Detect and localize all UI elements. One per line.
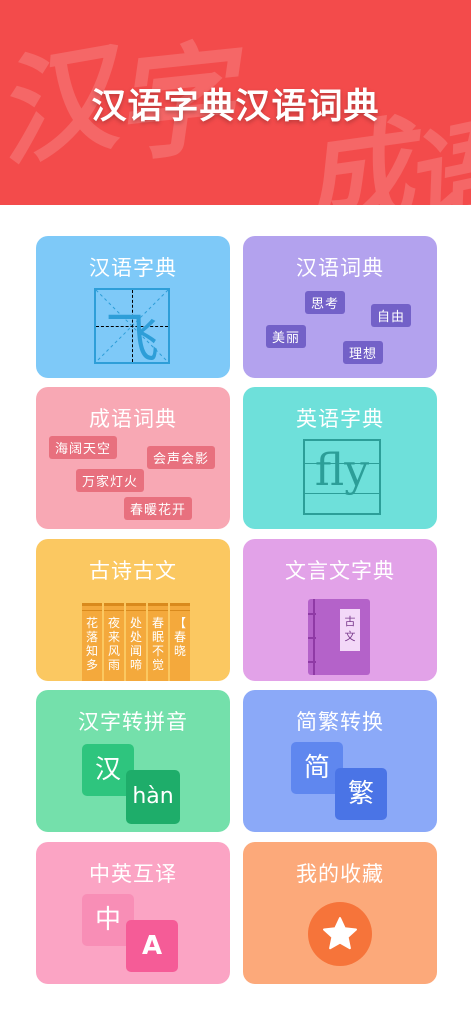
favorites-circle [308, 902, 372, 966]
word-tag: 思考 [305, 291, 346, 314]
chinese-character-dictionary-card[interactable]: 汉语字典 飞 [36, 236, 230, 378]
pinyin-tile: hàn [126, 770, 180, 824]
card-title: 成语词典 [89, 407, 177, 431]
traditional-tile: 繁 [335, 768, 387, 820]
sample-character: 飞 [105, 307, 159, 370]
hanzi-to-pinyin-card[interactable]: 汉字转拼音 汉 hàn [36, 690, 230, 832]
simplified-traditional-card[interactable]: 简繁转换 简 繁 [243, 690, 437, 832]
poem-book-spine: 【春晓 [170, 603, 190, 681]
card-title: 文言文字典 [285, 559, 395, 583]
poem-book-spine: 春眠不觉 [148, 603, 168, 681]
classical-poetry-card[interactable]: 古诗古文 花落知多 夜来风雨 处处闻啼 春眠不觉 【春晓 [36, 539, 230, 681]
book-binding [308, 613, 316, 615]
idiom-tag: 会声会影 [147, 446, 216, 469]
english-dictionary-card[interactable]: 英语字典 fly [243, 387, 437, 529]
english-word-grid-icon: fly [303, 439, 381, 515]
word-tag: 自由 [371, 304, 412, 327]
word-tag: 理想 [343, 341, 384, 364]
card-title: 汉字转拼音 [78, 710, 188, 734]
card-title: 汉语字典 [89, 256, 177, 280]
idiom-tag: 海阔天空 [49, 436, 118, 459]
poem-book-spine: 处处闻啼 [126, 603, 146, 681]
card-title: 英语字典 [296, 407, 384, 431]
book-binding [308, 661, 316, 663]
word-tag: 美丽 [266, 325, 307, 348]
card-title: 我的收藏 [296, 862, 384, 886]
poem-book-spine: 花落知多 [82, 603, 102, 681]
poem-book-spine: 夜来风雨 [104, 603, 124, 681]
app-header: 汉 字 成 语 汉语字典汉语词典 [0, 0, 471, 205]
card-title: 古诗古文 [89, 559, 177, 583]
card-title: 中英互译 [89, 862, 177, 886]
card-title: 汉语词典 [296, 256, 384, 280]
idiom-tag: 万家灯火 [76, 469, 145, 492]
classical-chinese-dictionary-card[interactable]: 文言文字典 古文 [243, 539, 437, 681]
ancient-book-icon: 古文 [308, 599, 370, 675]
tianzige-grid-icon: 飞 [94, 288, 170, 370]
english-tile: A [126, 920, 178, 972]
sample-english-word: fly [314, 445, 370, 496]
my-favorites-card[interactable]: 我的收藏 [243, 842, 437, 984]
chinese-english-translation-card[interactable]: 中英互译 中 A [36, 842, 230, 984]
star-icon [323, 917, 357, 950]
book-binding [308, 637, 316, 639]
chinese-word-dictionary-card[interactable]: 汉语词典 思考 自由 美丽 理想 [243, 236, 437, 378]
book-label: 古文 [340, 609, 360, 651]
card-title: 简繁转换 [296, 710, 384, 734]
idiom-tag: 春暖花开 [124, 497, 193, 520]
app-title: 汉语字典汉语词典 [91, 87, 380, 127]
idiom-dictionary-card[interactable]: 成语词典 海阔天空 会声会影 万家灯火 春暖花开 [36, 387, 230, 529]
